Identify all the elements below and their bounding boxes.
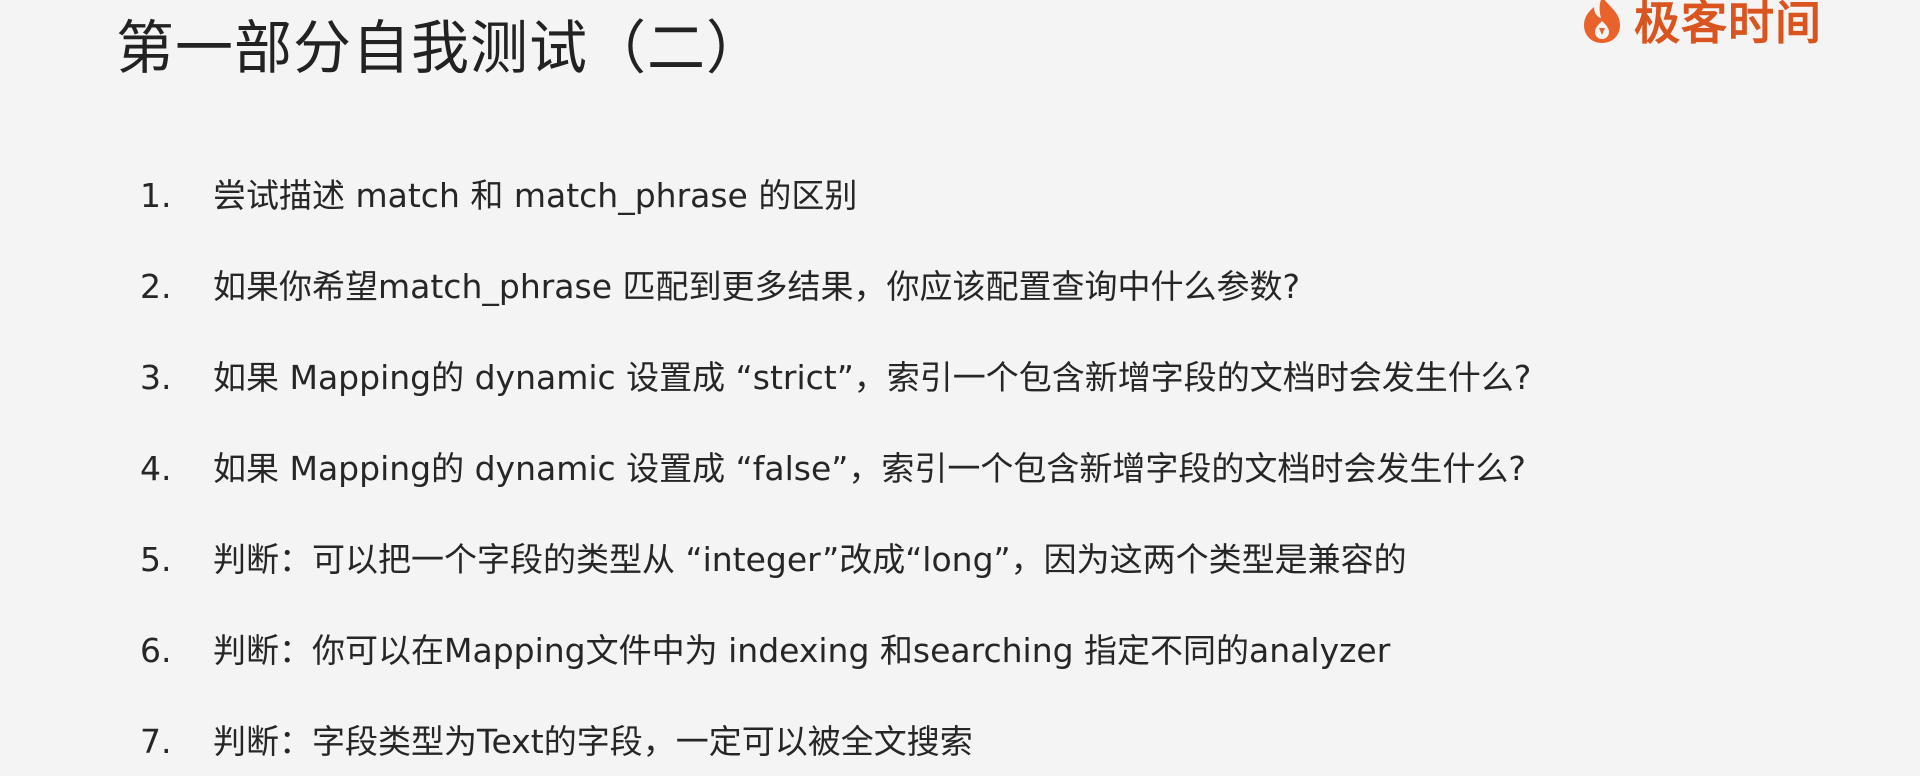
- page-title: 第一部分自我测试（二）: [116, 14, 766, 82]
- question-text: 尝试描述 match 和 match_phrase 的区别: [213, 176, 858, 215]
- question-text: 如果 Mapping的 dynamic 设置成 “strict”，索引一个包含新…: [213, 358, 1532, 397]
- question-number: 2.: [140, 267, 172, 306]
- question-text: 判断：字段类型为Text的字段，一定可以被全文搜索: [213, 722, 973, 761]
- question-number: 4.: [140, 449, 172, 488]
- question-number: 7.: [140, 722, 172, 761]
- logo-text: 极客时间: [1634, 0, 1822, 50]
- question-number: 3.: [140, 358, 172, 397]
- question-number: 6.: [140, 631, 172, 670]
- question-number: 5.: [140, 540, 172, 579]
- question-text: 如果 Mapping的 dynamic 设置成 “false”，索引一个包含新增…: [213, 449, 1526, 488]
- brand-logo: 极客时间: [1580, 0, 1822, 50]
- question-text: 判断：可以把一个字段的类型从 “integer”改成“long”，因为这两个类型…: [213, 540, 1407, 579]
- geektime-flame-icon: [1584, 0, 1620, 43]
- question-number: 1.: [140, 176, 172, 215]
- question-text: 判断：你可以在Mapping文件中为 indexing 和searching 指…: [213, 631, 1391, 670]
- slide: 第一部分自我测试（二） 极客时间 1. 尝试描述 match 和 match_p…: [0, 0, 1920, 776]
- question-text: 如果你希望match_phrase 匹配到更多结果，你应该配置查询中什么参数?: [213, 267, 1301, 306]
